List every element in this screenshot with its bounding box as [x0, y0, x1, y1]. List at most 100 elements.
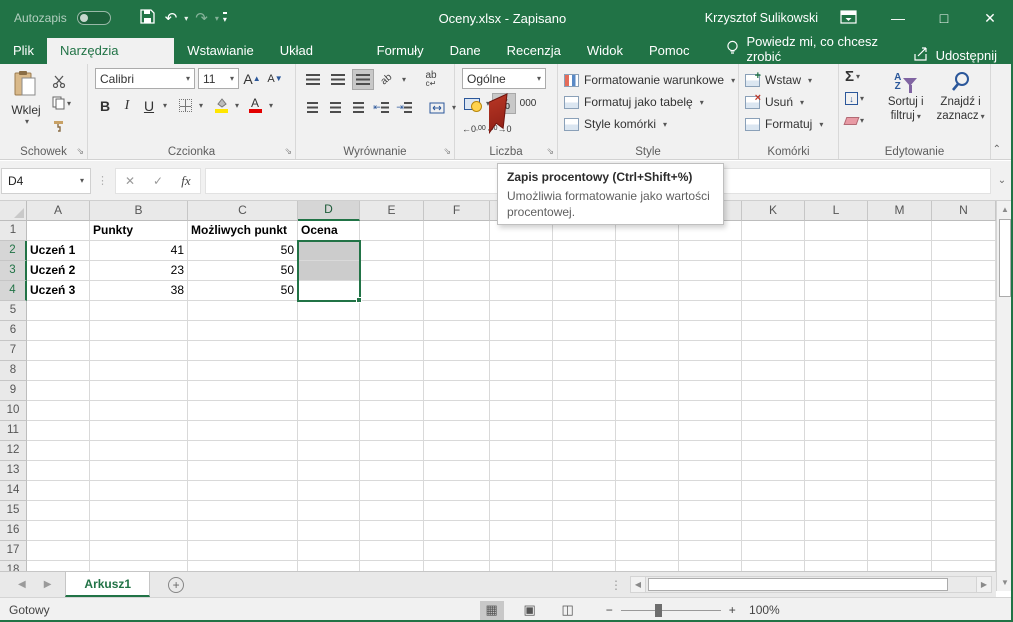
cell-I4[interactable]: [616, 281, 679, 301]
cell-C1[interactable]: Możliwych punkt: [188, 221, 298, 241]
cell-F7[interactable]: [424, 341, 490, 361]
cell-A17[interactable]: [27, 541, 90, 561]
cell-N3[interactable]: [932, 261, 996, 281]
cell-C4[interactable]: 50: [188, 281, 298, 301]
cell-A6[interactable]: [27, 321, 90, 341]
page-break-view-icon[interactable]: ◫: [556, 601, 580, 620]
orientation-dropdown-icon[interactable]: ▾: [402, 75, 406, 84]
row-header-2[interactable]: 2: [0, 241, 27, 261]
font-dialog-launcher-icon[interactable]: ⇘: [284, 147, 292, 156]
cell-B7[interactable]: [90, 341, 188, 361]
page-layout-view-icon[interactable]: ▣: [518, 601, 542, 620]
cell-J6[interactable]: [679, 321, 742, 341]
cell-D10[interactable]: [298, 401, 360, 421]
cell-L3[interactable]: [805, 261, 868, 281]
cell-K5[interactable]: [742, 301, 805, 321]
cell-L16[interactable]: [805, 521, 868, 541]
cell-D5[interactable]: [298, 301, 360, 321]
cell-N18[interactable]: [932, 561, 996, 571]
cell-D4[interactable]: [298, 281, 360, 301]
cell-B5[interactable]: [90, 301, 188, 321]
cell-N4[interactable]: [932, 281, 996, 301]
cell-A13[interactable]: [27, 461, 90, 481]
cell-F14[interactable]: [424, 481, 490, 501]
cell-H10[interactable]: [553, 401, 616, 421]
cell-I15[interactable]: [616, 501, 679, 521]
cell-K14[interactable]: [742, 481, 805, 501]
cell-F18[interactable]: [424, 561, 490, 571]
tab-wstawianie[interactable]: Wstawianie: [174, 38, 266, 64]
cell-L1[interactable]: [805, 221, 868, 241]
cell-J14[interactable]: [679, 481, 742, 501]
decrease-decimal-button[interactable]: ,00→0: [488, 118, 512, 139]
align-bottom-button[interactable]: [352, 69, 374, 90]
fill-color-dropdown-icon[interactable]: ▾: [235, 101, 239, 110]
cell-E11[interactable]: [360, 421, 424, 441]
cut-button[interactable]: [52, 72, 72, 90]
cell-H7[interactable]: [553, 341, 616, 361]
percent-style-button[interactable]: %: [492, 93, 516, 114]
cell-A8[interactable]: [27, 361, 90, 381]
cell-D12[interactable]: [298, 441, 360, 461]
cell-E12[interactable]: [360, 441, 424, 461]
cell-D6[interactable]: [298, 321, 360, 341]
maximize-button[interactable]: □: [921, 0, 967, 36]
cell-F4[interactable]: [424, 281, 490, 301]
cell-M3[interactable]: [868, 261, 932, 281]
cell-L7[interactable]: [805, 341, 868, 361]
align-center-button[interactable]: [325, 97, 345, 118]
decrease-indent-button[interactable]: ⇤: [371, 97, 391, 118]
cell-I9[interactable]: [616, 381, 679, 401]
fill-button[interactable]: ↓▾: [845, 89, 878, 108]
cell-I18[interactable]: [616, 561, 679, 571]
expand-formula-bar-icon[interactable]: ⌄: [991, 175, 1013, 186]
cell-M13[interactable]: [868, 461, 932, 481]
cell-H13[interactable]: [553, 461, 616, 481]
cell-C8[interactable]: [188, 361, 298, 381]
scroll-right-icon[interactable]: ▶: [976, 576, 992, 593]
row-header-18[interactable]: 18: [0, 561, 27, 571]
cell-D16[interactable]: [298, 521, 360, 541]
cell-J11[interactable]: [679, 421, 742, 441]
cell-D8[interactable]: [298, 361, 360, 381]
cell-N15[interactable]: [932, 501, 996, 521]
cell-E2[interactable]: [360, 241, 424, 261]
tab-plik[interactable]: Plik: [0, 38, 47, 64]
enter-icon[interactable]: ✓: [144, 174, 172, 188]
cell-I7[interactable]: [616, 341, 679, 361]
cell-C3[interactable]: 50: [188, 261, 298, 281]
row-header-12[interactable]: 12: [0, 441, 27, 461]
cell-B13[interactable]: [90, 461, 188, 481]
cell-G10[interactable]: [490, 401, 553, 421]
cell-J10[interactable]: [679, 401, 742, 421]
cell-D3[interactable]: [298, 261, 360, 281]
user-name[interactable]: Krzysztof Sulikowski: [705, 11, 818, 25]
tab-dane[interactable]: Dane: [437, 38, 494, 64]
cell-H8[interactable]: [553, 361, 616, 381]
align-middle-button[interactable]: [327, 69, 349, 90]
cell-N17[interactable]: [932, 541, 996, 561]
cell-I10[interactable]: [616, 401, 679, 421]
cell-M6[interactable]: [868, 321, 932, 341]
cell-F13[interactable]: [424, 461, 490, 481]
cell-F9[interactable]: [424, 381, 490, 401]
row-header-6[interactable]: 6: [0, 321, 27, 341]
normal-view-icon[interactable]: ▦: [480, 601, 504, 620]
insert-function-icon[interactable]: fx: [172, 173, 200, 189]
cell-E4[interactable]: [360, 281, 424, 301]
cell-G9[interactable]: [490, 381, 553, 401]
cell-G5[interactable]: [490, 301, 553, 321]
number-format-dropdown-icon[interactable]: ▾: [537, 74, 541, 83]
col-header-L[interactable]: L: [805, 201, 868, 221]
cell-K13[interactable]: [742, 461, 805, 481]
cell-B8[interactable]: [90, 361, 188, 381]
cell-B1[interactable]: Punkty: [90, 221, 188, 241]
cell-B16[interactable]: [90, 521, 188, 541]
conditional-formatting-button[interactable]: Formatowanie warunkowe▾: [564, 69, 734, 91]
cell-A12[interactable]: [27, 441, 90, 461]
format-as-table-button[interactable]: Formatuj jako tabelę▾: [564, 91, 734, 113]
cell-J13[interactable]: [679, 461, 742, 481]
cell-N13[interactable]: [932, 461, 996, 481]
cell-J5[interactable]: [679, 301, 742, 321]
col-header-M[interactable]: M: [868, 201, 932, 221]
